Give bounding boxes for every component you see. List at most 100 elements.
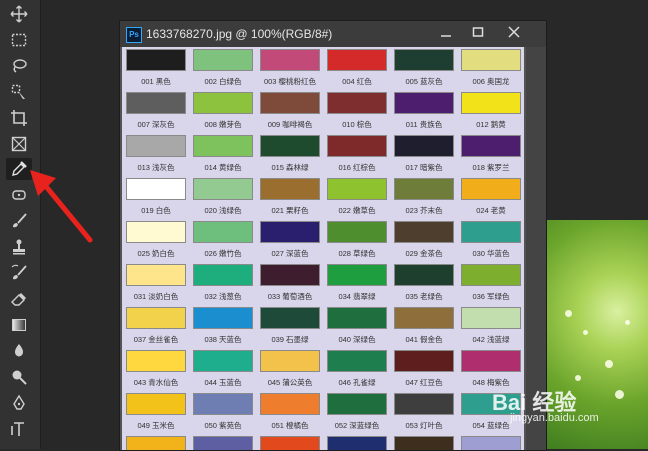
color-swatch-label: 026 嫩竹色 xyxy=(204,249,242,258)
color-swatch-label: 015 森林绿 xyxy=(271,163,309,172)
color-swatch xyxy=(394,135,454,157)
color-swatch-label: 010 棕色 xyxy=(342,120,372,129)
type-tool-icon[interactable] xyxy=(6,418,32,440)
color-swatch xyxy=(126,264,186,286)
document-window: Ps 1633768270.jpg @ 100%(RGB/8#) 001 黑色 0… xyxy=(119,20,547,451)
color-swatch-label: 051 橙橘色 xyxy=(271,421,309,430)
close-button[interactable] xyxy=(498,21,530,43)
color-swatch xyxy=(193,49,253,71)
color-swatch-label: 045 蒲公英色 xyxy=(267,378,313,387)
color-swatch xyxy=(394,49,454,71)
color-swatch-label: 012 鹅黄 xyxy=(476,120,506,129)
color-swatch xyxy=(394,92,454,114)
color-swatch-label: 019 白色 xyxy=(141,206,171,215)
color-swatch xyxy=(394,221,454,243)
color-swatch xyxy=(394,178,454,200)
color-swatch-label: 030 华蓝色 xyxy=(472,249,510,258)
dodge-tool-icon[interactable] xyxy=(6,366,32,388)
color-swatch-label: 001 黑色 xyxy=(141,77,171,86)
pen-tool-icon[interactable] xyxy=(6,392,32,414)
color-swatch xyxy=(193,135,253,157)
color-swatch-label: 022 嫩草色 xyxy=(338,206,376,215)
color-swatch-label: 027 深蓝色 xyxy=(271,249,309,258)
eraser-tool-icon[interactable] xyxy=(6,288,32,310)
color-swatch xyxy=(260,49,320,71)
color-swatch xyxy=(126,178,186,200)
color-swatch-label: 042 浅蓝绿 xyxy=(472,335,510,344)
color-swatch xyxy=(260,393,320,415)
color-swatch xyxy=(461,221,521,243)
color-swatch xyxy=(260,307,320,329)
tools-panel xyxy=(0,0,41,449)
color-swatch-label: 037 金丝雀色 xyxy=(133,335,179,344)
color-swatch-label: 028 草绿色 xyxy=(338,249,376,258)
color-swatch xyxy=(327,49,387,71)
color-swatch xyxy=(461,135,521,157)
color-swatch xyxy=(461,49,521,71)
color-swatch-label: 025 奶白色 xyxy=(137,249,175,258)
color-swatch-label: 009 咖啡褐色 xyxy=(267,120,313,129)
color-swatch xyxy=(394,393,454,415)
color-swatch-label: 021 栗籽色 xyxy=(271,206,309,215)
color-swatch-label: 049 玉米色 xyxy=(137,421,175,430)
color-swatch xyxy=(126,221,186,243)
color-swatch-label: 044 玉蓝色 xyxy=(204,378,242,387)
move-tool-icon[interactable] xyxy=(6,3,32,25)
color-swatch xyxy=(126,307,186,329)
color-swatch-label: 006 奥国龙 xyxy=(472,77,510,86)
color-swatch xyxy=(327,92,387,114)
color-swatch xyxy=(461,178,521,200)
color-swatch xyxy=(327,307,387,329)
color-swatch-label: 004 红色 xyxy=(342,77,372,86)
color-swatch xyxy=(394,264,454,286)
color-swatch-label: 031 淡奶白色 xyxy=(133,292,179,301)
color-swatch-label: 041 假金色 xyxy=(405,335,443,344)
color-swatch xyxy=(327,350,387,372)
color-swatch-label: 018 紫罗兰 xyxy=(472,163,510,172)
color-swatch xyxy=(327,178,387,200)
color-swatch-label: 002 白绿色 xyxy=(204,77,242,86)
color-swatch xyxy=(327,135,387,157)
color-swatch-label: 050 紫苑色 xyxy=(204,421,242,430)
color-swatch xyxy=(260,264,320,286)
color-swatch-label: 017 暗紫色 xyxy=(405,163,443,172)
color-swatch-label: 035 老绿色 xyxy=(405,292,443,301)
color-swatch-label: 014 黄绿色 xyxy=(204,163,242,172)
maximize-button[interactable] xyxy=(462,21,494,43)
color-palette-image: 001 黑色 002 白绿色 003 樱桃粉红色 004 红色 005 蓝灰色 006 奥… xyxy=(122,47,524,450)
marquee-tool-icon[interactable] xyxy=(6,29,32,51)
history-brush-tool-icon[interactable] xyxy=(6,262,32,284)
document-titlebar[interactable]: Ps 1633768270.jpg @ 100%(RGB/8#) xyxy=(120,21,546,47)
color-swatch xyxy=(394,307,454,329)
color-swatch xyxy=(126,49,186,71)
watermark-url: jingyan.baidu.com xyxy=(510,412,599,424)
minimize-button[interactable] xyxy=(430,21,462,43)
color-swatch xyxy=(193,350,253,372)
blur-tool-icon[interactable] xyxy=(6,340,32,362)
photoshop-icon: Ps xyxy=(126,27,142,43)
color-swatch-label: 043 青水仙色 xyxy=(133,378,179,387)
color-swatch-label: 024 老黄 xyxy=(476,206,506,215)
healing-brush-tool-icon[interactable] xyxy=(6,184,32,206)
color-swatch xyxy=(461,92,521,114)
clone-stamp-tool-icon[interactable] xyxy=(6,236,32,258)
lasso-tool-icon[interactable] xyxy=(6,55,32,77)
quick-select-tool-icon[interactable] xyxy=(6,81,32,103)
color-swatch-label: 052 深蓝绿色 xyxy=(334,421,380,430)
color-swatch-label: 038 天蓝色 xyxy=(204,335,242,344)
color-swatch-label: 008 嫩芽色 xyxy=(204,120,242,129)
color-swatch-label: 020 浅绿色 xyxy=(204,206,242,215)
color-swatch xyxy=(461,350,521,372)
color-swatch xyxy=(394,350,454,372)
color-swatch xyxy=(126,92,186,114)
frame-tool-icon[interactable] xyxy=(6,133,32,155)
color-swatch-label: 023 芥末色 xyxy=(405,206,443,215)
eyedropper-tool-icon[interactable] xyxy=(6,158,32,180)
color-swatch-label: 036 军绿色 xyxy=(472,292,510,301)
color-swatch xyxy=(193,264,253,286)
crop-tool-icon[interactable] xyxy=(6,107,32,129)
color-swatch-label: 016 红棕色 xyxy=(338,163,376,172)
gradient-tool-icon[interactable] xyxy=(6,314,32,336)
color-swatch-label: 003 樱桃粉红色 xyxy=(263,77,317,86)
brush-tool-icon[interactable] xyxy=(6,210,32,232)
